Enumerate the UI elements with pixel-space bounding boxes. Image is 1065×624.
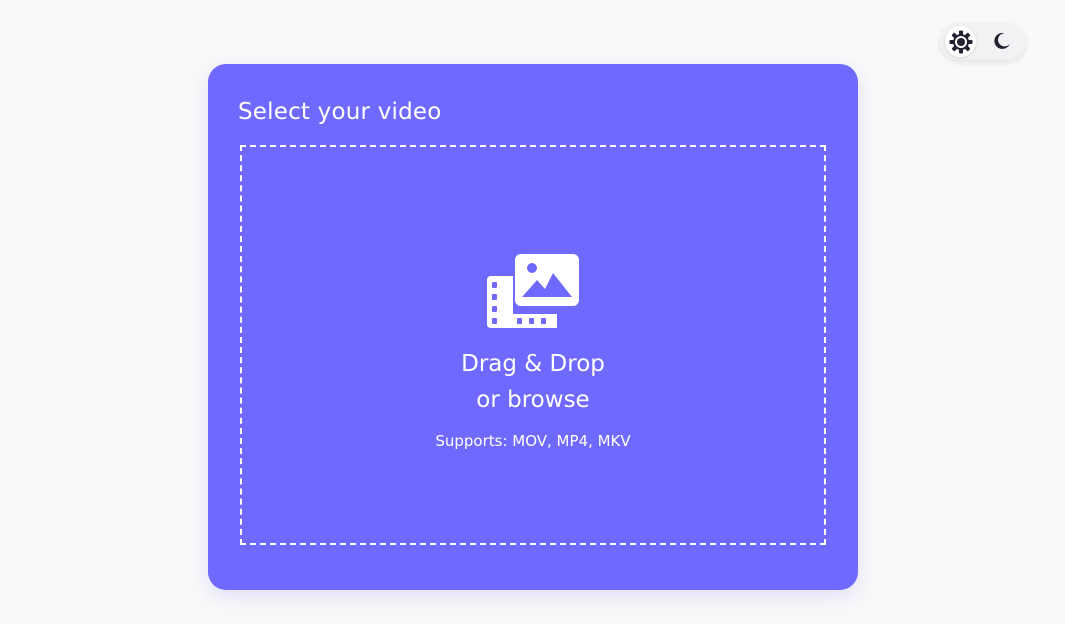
drag-drop-text: Drag & Drop <box>461 351 605 377</box>
moon-icon <box>994 32 1010 49</box>
video-drop-zone[interactable]: Drag & Drop or browse Supports: MOV, MP4… <box>240 145 826 545</box>
gear-sun-icon <box>949 30 972 53</box>
image-film-icon <box>487 254 579 328</box>
dark-mode-button[interactable] <box>990 29 1014 53</box>
upload-card: Select your video Drag & Drop or browse … <box>208 64 858 590</box>
browse-link[interactable]: or browse <box>242 382 824 418</box>
light-mode-button[interactable] <box>945 26 976 57</box>
theme-toggle[interactable] <box>940 23 1026 60</box>
upload-title: Select your video <box>238 99 442 125</box>
supported-formats-text: Supports: MOV, MP4, MKV <box>435 432 631 450</box>
